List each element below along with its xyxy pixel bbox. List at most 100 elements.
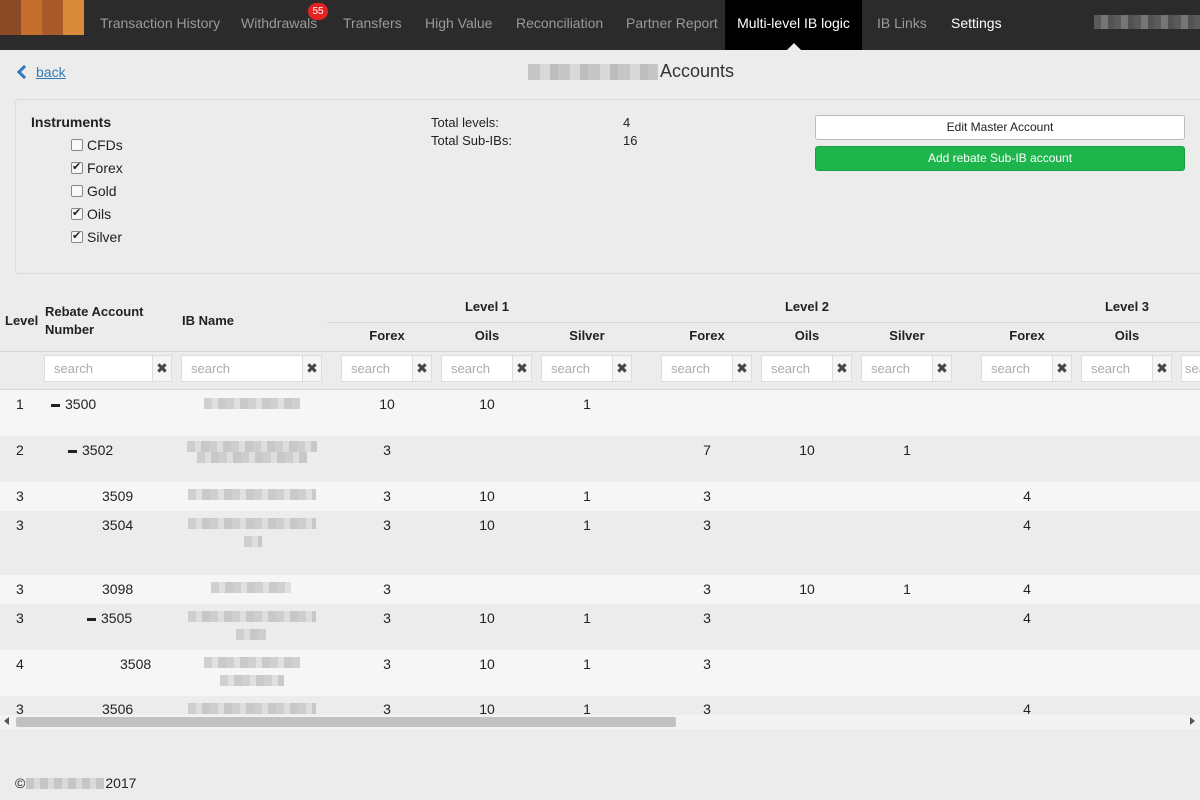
filter-l1-forex: ✖: [341, 355, 432, 382]
instrument-checkbox-forex[interactable]: Forex: [71, 160, 123, 176]
cell-l1-oils: 10: [479, 396, 495, 412]
filter-ib-name: ✖: [181, 355, 322, 382]
instrument-checkbox-cfds[interactable]: CFDs: [71, 137, 123, 153]
cell-l2-forex: 3: [703, 610, 711, 626]
clear-search-icon[interactable]: ✖: [732, 355, 752, 382]
search-input[interactable]: [761, 355, 832, 382]
cell-l2-forex: 3: [703, 656, 711, 672]
checkbox-icon[interactable]: [71, 139, 83, 151]
ib-name-redacted: [204, 657, 300, 668]
row-account[interactable]: 3504: [102, 517, 133, 533]
scroll-right-arrow-icon[interactable]: [1190, 717, 1195, 725]
nav-ib-links[interactable]: IB Links: [877, 0, 927, 50]
filter-l2-oils: ✖: [761, 355, 852, 382]
nav-high-value[interactable]: High Value: [425, 0, 492, 50]
scroll-left-arrow-icon[interactable]: [4, 717, 9, 725]
cell-l1-forex: 3: [383, 517, 391, 533]
cell-l2-oils: 10: [799, 581, 815, 597]
brand-logo[interactable]: [0, 0, 84, 35]
filter-l3-forex: ✖: [981, 355, 1072, 382]
user-menu[interactable]: [1094, 15, 1200, 29]
instrument-checkbox-gold[interactable]: Gold: [71, 183, 117, 199]
chevron-left-icon: [16, 64, 32, 80]
instrument-checkbox-oils[interactable]: Oils: [71, 206, 111, 222]
back-link[interactable]: back: [16, 64, 66, 80]
ib-name-redacted: [220, 675, 284, 686]
clear-search-icon[interactable]: ✖: [612, 355, 632, 382]
search-input[interactable]: [1181, 355, 1200, 382]
clear-search-icon[interactable]: ✖: [1152, 355, 1172, 382]
edit-master-account-button[interactable]: Edit Master Account: [815, 115, 1185, 140]
col-header-ib-name[interactable]: IB Name: [182, 313, 234, 328]
row-account[interactable]: 3500: [51, 396, 96, 412]
clear-search-icon[interactable]: ✖: [832, 355, 852, 382]
col-header-l2-forex[interactable]: Forex: [672, 328, 742, 343]
col-header-l2-silver[interactable]: Silver: [872, 328, 942, 343]
total-levels-label: Total levels:: [431, 115, 499, 130]
search-input[interactable]: [181, 355, 302, 382]
search-input[interactable]: [341, 355, 412, 382]
clear-search-icon[interactable]: ✖: [412, 355, 432, 382]
scrollbar-thumb[interactable]: [16, 717, 676, 727]
col-header-l1-forex[interactable]: Forex: [352, 328, 422, 343]
row-account[interactable]: 3508: [120, 656, 151, 672]
row-account[interactable]: 3505: [87, 610, 132, 626]
search-input[interactable]: [441, 355, 512, 382]
checkbox-checked-icon[interactable]: [71, 206, 83, 220]
row-level: 3: [16, 581, 24, 597]
clear-search-icon[interactable]: ✖: [152, 355, 172, 382]
row-account[interactable]: 3509: [102, 488, 133, 504]
cell-l1-silver: 1: [583, 610, 591, 626]
col-header-level[interactable]: Level: [5, 313, 38, 328]
row-level: 3: [16, 610, 24, 626]
clear-search-icon[interactable]: ✖: [512, 355, 532, 382]
cell-l1-oils: 10: [479, 610, 495, 626]
filter-rebate-account: ✖: [44, 355, 172, 382]
cell-l1-oils: 10: [479, 517, 495, 533]
ib-name-redacted: [197, 452, 307, 463]
nav-settings[interactable]: Settings: [951, 0, 1002, 50]
checkbox-checked-icon[interactable]: [71, 160, 83, 174]
collapse-icon[interactable]: [51, 403, 60, 407]
col-header-l3-forex[interactable]: Forex: [992, 328, 1062, 343]
instruments-title: Instruments: [31, 114, 112, 130]
row-level: 4: [16, 656, 24, 672]
cell-l1-silver: 1: [583, 656, 591, 672]
cell-l2-silver: 1: [903, 442, 911, 458]
search-input[interactable]: [861, 355, 932, 382]
instrument-checkbox-silver[interactable]: Silver: [71, 229, 122, 245]
row-account[interactable]: 3098: [102, 581, 133, 597]
nav-withdrawals[interactable]: Withdrawals: [241, 0, 317, 50]
collapse-icon[interactable]: [87, 617, 96, 621]
cell-l2-forex: 3: [703, 581, 711, 597]
search-input[interactable]: [541, 355, 612, 382]
table-row[interactable]: [0, 436, 1200, 482]
checkbox-icon[interactable]: [71, 185, 83, 197]
search-input[interactable]: [44, 355, 152, 382]
total-subibs-value: 16: [623, 133, 638, 148]
add-rebate-subib-button[interactable]: Add rebate Sub-IB account: [815, 146, 1185, 171]
nav-reconciliation[interactable]: Reconciliation: [516, 0, 603, 50]
nav-transaction-history[interactable]: Transaction History: [100, 0, 220, 50]
checkbox-checked-icon[interactable]: [71, 229, 83, 243]
row-account[interactable]: 3502: [68, 442, 113, 458]
search-input[interactable]: [661, 355, 732, 382]
col-header-rebate-account[interactable]: Rebate Account Number: [45, 303, 165, 339]
search-input[interactable]: [1081, 355, 1152, 382]
ib-name-redacted: [236, 629, 266, 640]
col-header-l1-silver[interactable]: Silver: [552, 328, 622, 343]
search-input[interactable]: [981, 355, 1052, 382]
col-header-l1-oils[interactable]: Oils: [452, 328, 522, 343]
clear-search-icon[interactable]: ✖: [932, 355, 952, 382]
footer: © 2017: [15, 775, 136, 791]
nav-transfers[interactable]: Transfers: [343, 0, 402, 50]
col-header-l2-oils[interactable]: Oils: [772, 328, 842, 343]
cell-l2-forex: 3: [703, 517, 711, 533]
col-header-l3-oils[interactable]: Oils: [1092, 328, 1162, 343]
nav-partner-report[interactable]: Partner Report: [626, 0, 718, 50]
collapse-icon[interactable]: [68, 449, 77, 453]
nav-multi-level-ib-logic[interactable]: Multi-level IB logic: [725, 0, 862, 50]
cell-l1-forex: 3: [383, 488, 391, 504]
clear-search-icon[interactable]: ✖: [302, 355, 322, 382]
clear-search-icon[interactable]: ✖: [1052, 355, 1072, 382]
